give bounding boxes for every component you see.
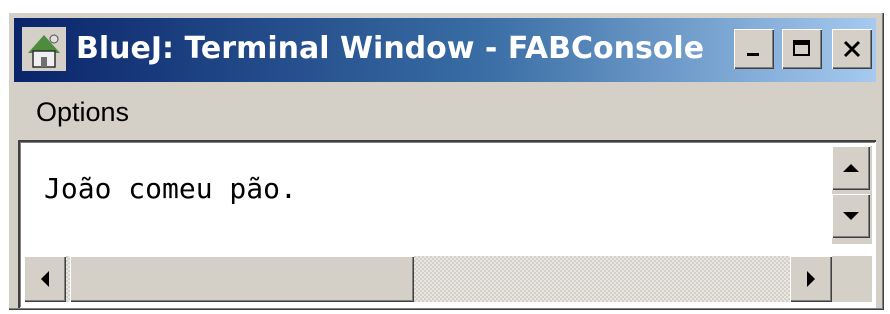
horizontal-scrollbar[interactable] [24, 256, 832, 302]
terminal-window: BlueJ: Terminal Window - FABConsole Opti… [8, 12, 884, 310]
scroll-down-button[interactable] [832, 194, 870, 238]
arrow-up-icon [843, 164, 859, 172]
terminal-panel: João comeu pão. [18, 140, 876, 308]
vertical-scrollbar[interactable] [832, 146, 872, 244]
maximize-button[interactable] [782, 29, 822, 69]
scrollbar-corner [832, 256, 872, 302]
close-icon [843, 40, 861, 58]
bluej-icon [22, 27, 66, 71]
arrow-left-icon [41, 271, 49, 287]
close-button[interactable] [832, 29, 872, 69]
menu-bar: Options [14, 84, 876, 136]
scroll-up-button[interactable] [832, 146, 870, 190]
terminal-output[interactable]: João comeu pão. [44, 172, 297, 205]
arrow-down-icon [843, 212, 859, 220]
window-title: BlueJ: Terminal Window - FABConsole [76, 31, 705, 66]
horizontal-scroll-thumb[interactable] [70, 256, 414, 302]
minimize-button[interactable] [734, 29, 774, 69]
scroll-left-button[interactable] [24, 256, 66, 302]
title-bar[interactable]: BlueJ: Terminal Window - FABConsole [14, 18, 876, 82]
menu-item-options[interactable]: Options [36, 94, 129, 130]
arrow-right-icon [807, 271, 815, 287]
maximize-icon [793, 40, 810, 56]
minimize-icon [747, 53, 759, 56]
scroll-right-button[interactable] [790, 256, 832, 302]
